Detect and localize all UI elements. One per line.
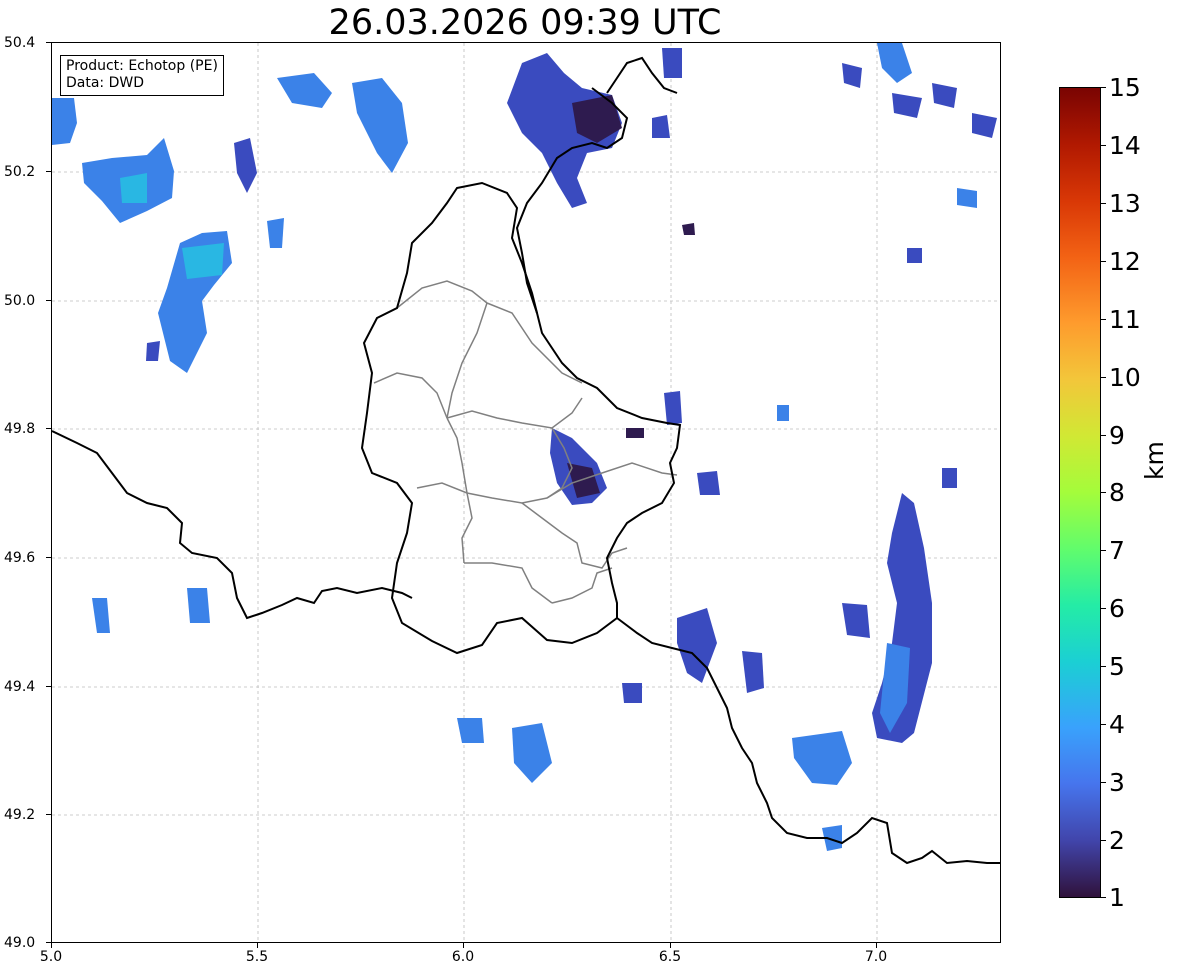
- colorbar-tickmark: [1101, 782, 1106, 783]
- echo-cell-north-4: [682, 223, 695, 235]
- colorbar-tickmark: [1101, 377, 1106, 378]
- y-tick-label: 49.8: [4, 421, 36, 437]
- colorbar-tick-label: 1: [1109, 883, 1125, 912]
- echo-cell-sw-3: [512, 723, 552, 783]
- echo-cell-se-2: [742, 651, 764, 693]
- grid-lines: [52, 43, 1000, 942]
- y-tickmark: [46, 814, 51, 815]
- echo-cell-ne-1: [877, 43, 912, 83]
- radar-map-svg: [52, 43, 1000, 942]
- echo-cell-sw-1: [92, 598, 110, 633]
- echo-cell-north-3: [662, 48, 682, 78]
- x-tickmark: [51, 943, 52, 948]
- echo-cell-nw-8: [267, 218, 284, 248]
- colorbar-tickmark: [1101, 608, 1106, 609]
- colorbar-tickmark: [1101, 897, 1106, 898]
- colorbar-tick-label: 15: [1109, 73, 1141, 102]
- colorbar-unit-label: km: [1140, 441, 1169, 480]
- y-tickmark: [46, 428, 51, 429]
- y-tickmark: [46, 300, 51, 301]
- echo-cell-ne-7: [842, 63, 862, 88]
- x-tickmark: [257, 943, 258, 948]
- y-tickmark: [46, 686, 51, 687]
- y-tick-label: 49.4: [4, 679, 36, 695]
- echo-cell-ne-2: [892, 93, 922, 118]
- colorbar-tick-label: 4: [1109, 710, 1125, 739]
- echo-cell-nw-3-core: [182, 243, 224, 279]
- echo-cell-ne-5: [957, 188, 977, 208]
- echo-cell-east-4: [777, 405, 789, 421]
- colorbar-tickmark: [1101, 724, 1106, 725]
- border-belgium-luxembourg: [360, 181, 682, 655]
- echo-cell-se-4: [792, 731, 852, 785]
- x-tick-label: 6.0: [451, 949, 475, 965]
- echo-cell-sw-4: [457, 718, 484, 743]
- x-tick-label: 7.0: [864, 949, 888, 965]
- canton-boundaries: [373, 280, 678, 604]
- colorbar-tick-label: 11: [1109, 305, 1141, 334]
- y-tick-label: 49.6: [4, 550, 36, 566]
- echo-cell-east-3: [697, 471, 720, 495]
- data-source-label: Data: DWD: [66, 75, 144, 91]
- echo-cell-nw-4: [234, 138, 257, 193]
- y-tickmark: [46, 171, 51, 172]
- y-tickmark: [46, 557, 51, 558]
- colorbar-tickmark: [1101, 840, 1106, 841]
- echo-cell-ne-4: [972, 113, 997, 138]
- radar-map[interactable]: [51, 42, 1001, 943]
- colorbar-tickmark: [1101, 492, 1106, 493]
- product-info-box: Product: Echotop (PE) Data: DWD: [60, 55, 224, 96]
- echo-cell-ne-3: [932, 83, 957, 108]
- echo-cell-se-6: [622, 683, 642, 703]
- colorbar-tick-label: 13: [1109, 189, 1141, 218]
- x-tickmark: [876, 943, 877, 948]
- echo-cell-se-3: [842, 603, 870, 638]
- colorbar-tickmark: [1101, 666, 1106, 667]
- colorbar: [1059, 87, 1101, 898]
- echo-cell-nw-6: [277, 73, 332, 108]
- colorbar-tick-label: 6: [1109, 594, 1125, 623]
- y-tick-label: 50.0: [4, 293, 36, 309]
- x-tickmark: [670, 943, 671, 948]
- x-tick-label: 5.0: [39, 949, 63, 965]
- echo-cell-se-1: [677, 608, 717, 683]
- colorbar-tick-label: 5: [1109, 652, 1125, 681]
- echo-cell-nw-5: [352, 78, 408, 173]
- colorbar-tickmark: [1101, 550, 1106, 551]
- echo-cell-east-2: [626, 428, 644, 438]
- colorbar-tick-label: 14: [1109, 131, 1141, 160]
- colorbar-tickmark: [1101, 203, 1106, 204]
- colorbar-tick-label: 10: [1109, 363, 1141, 392]
- colorbar-tick-label: 12: [1109, 247, 1141, 276]
- echo-cell-nw-2-core: [120, 173, 147, 203]
- colorbar-tickmark: [1101, 319, 1106, 320]
- echo-cell-nw-1: [52, 98, 77, 145]
- product-label: Product: Echotop (PE): [66, 58, 218, 74]
- y-tickmark: [46, 42, 51, 43]
- colorbar-tick-label: 9: [1109, 421, 1125, 450]
- colorbar-tickmark: [1101, 261, 1106, 262]
- echo-cell-ne-6: [907, 248, 922, 263]
- x-tickmark: [463, 943, 464, 948]
- x-tick-label: 5.5: [245, 949, 269, 965]
- echo-cell-sw-2: [187, 588, 210, 623]
- colorbar-tickmark: [1101, 435, 1106, 436]
- y-tick-label: 50.4: [4, 35, 36, 51]
- y-tick-label: 49.2: [4, 807, 36, 823]
- radar-echo-cells: [52, 43, 997, 851]
- colorbar-tick-label: 2: [1109, 826, 1125, 855]
- colorbar-tickmark: [1101, 87, 1106, 88]
- echo-cell-east-1: [664, 391, 682, 425]
- echo-cell-east-5: [942, 468, 957, 488]
- colorbar-tickmark: [1101, 145, 1106, 146]
- echo-cell-nw-7: [146, 341, 160, 361]
- colorbar-tick-label: 8: [1109, 478, 1125, 507]
- colorbar-tick-label: 7: [1109, 536, 1125, 565]
- x-tick-label: 6.5: [658, 949, 682, 965]
- border-germany-west: [52, 430, 413, 620]
- map-title: 26.03.2026 09:39 UTC: [328, 3, 722, 43]
- y-tick-label: 50.2: [4, 164, 36, 180]
- colorbar-tick-label: 3: [1109, 768, 1125, 797]
- echo-cell-north-2: [652, 115, 670, 138]
